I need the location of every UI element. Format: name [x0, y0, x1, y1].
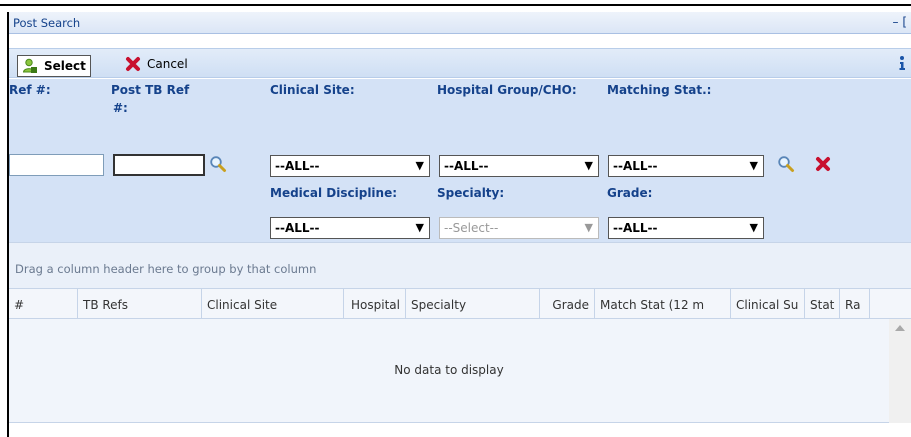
- chevron-down-icon: ▼: [415, 221, 424, 234]
- grade-select[interactable]: --ALL-- ▼: [608, 217, 764, 239]
- specialty-value: --Select--: [444, 221, 499, 235]
- select-button[interactable]: Select: [17, 55, 91, 77]
- matching-search-icon[interactable]: [777, 155, 795, 173]
- specialty-select[interactable]: --Select-- ▼: [439, 217, 599, 239]
- clinical-site-select[interactable]: --ALL-- ▼: [270, 155, 430, 177]
- toolbar: Select Cancel: [9, 48, 911, 78]
- column-header-clinical-su[interactable]: Clinical Su: [731, 289, 805, 319]
- cancel-button[interactable]: Cancel: [125, 55, 188, 73]
- clinical-site-label: Clinical Site:: [270, 83, 355, 97]
- red-x-icon: [125, 56, 141, 72]
- chevron-down-icon: ▼: [749, 221, 758, 234]
- screen-top-border: [0, 0, 911, 6]
- hospital-group-value: --ALL--: [444, 159, 489, 173]
- grid-header-row: # TB Refs Clinical Site Hospital Special…: [9, 289, 911, 319]
- grid-body: No data to display: [9, 319, 911, 423]
- hospital-group-select[interactable]: --ALL-- ▼: [439, 155, 599, 177]
- group-by-panel[interactable]: Drag a column header here to group by th…: [9, 243, 911, 289]
- results-grid: Drag a column header here to group by th…: [9, 242, 911, 437]
- matching-stat-value: --ALL--: [613, 159, 658, 173]
- post-tb-ref-input[interactable]: [113, 154, 205, 176]
- post-tb-ref-label-cont: #:: [113, 101, 128, 115]
- matching-stat-label: Matching Stat.:: [607, 83, 712, 97]
- column-header-clinical-site[interactable]: Clinical Site: [202, 289, 344, 319]
- column-header-stat[interactable]: Stat: [805, 289, 840, 319]
- window-titlebar: Post Search – [: [9, 12, 911, 34]
- specialty-label: Specialty:: [437, 186, 505, 200]
- medical-discipline-label: Medical Discipline:: [270, 186, 398, 200]
- user-select-icon: [22, 58, 38, 74]
- info-icon[interactable]: [895, 55, 909, 71]
- post-tb-ref-label: Post TB Ref: [111, 83, 190, 97]
- clinical-site-value: --ALL--: [275, 159, 320, 173]
- column-header-grade[interactable]: Grade: [540, 289, 595, 319]
- column-header-ra[interactable]: Ra: [840, 289, 870, 319]
- chevron-down-icon: ▼: [749, 159, 758, 172]
- matching-stat-select[interactable]: --ALL-- ▼: [608, 155, 764, 177]
- no-data-message: No data to display: [394, 363, 504, 377]
- window-title: Post Search: [13, 16, 81, 30]
- filter-panel: Ref #: Post TB Ref #: Clinical Site: Hos…: [9, 79, 911, 242]
- column-header-tb-refs[interactable]: TB Refs: [78, 289, 202, 319]
- post-search-window: Post Search – [ Select Cancel Ref #: Pos…: [7, 12, 911, 437]
- vertical-scrollbar[interactable]: [889, 319, 911, 423]
- hospital-group-label: Hospital Group/CHO:: [437, 83, 577, 97]
- column-header-hospital[interactable]: Hospital: [344, 289, 406, 319]
- clear-filter-icon[interactable]: [814, 155, 832, 173]
- search-icon[interactable]: [209, 155, 227, 173]
- minimize-icon[interactable]: – [: [893, 15, 908, 29]
- group-by-hint: Drag a column header here to group by th…: [15, 262, 317, 276]
- column-header-number[interactable]: #: [9, 289, 78, 319]
- grade-value: --ALL--: [613, 221, 658, 235]
- ref-input[interactable]: [9, 154, 104, 176]
- ref-label: Ref #:: [9, 83, 51, 97]
- chevron-down-icon: ▼: [584, 221, 593, 234]
- column-header-match-stat[interactable]: Match Stat (12 m: [595, 289, 731, 319]
- medical-discipline-value: --ALL--: [275, 221, 320, 235]
- chevron-down-icon: ▼: [584, 159, 593, 172]
- scroll-up-icon[interactable]: [895, 325, 905, 331]
- column-header-specialty[interactable]: Specialty: [406, 289, 540, 319]
- grade-label: Grade:: [607, 186, 653, 200]
- select-label: Select: [44, 59, 86, 73]
- medical-discipline-select[interactable]: --ALL-- ▼: [270, 217, 430, 239]
- cancel-label: Cancel: [147, 57, 188, 71]
- chevron-down-icon: ▼: [415, 159, 424, 172]
